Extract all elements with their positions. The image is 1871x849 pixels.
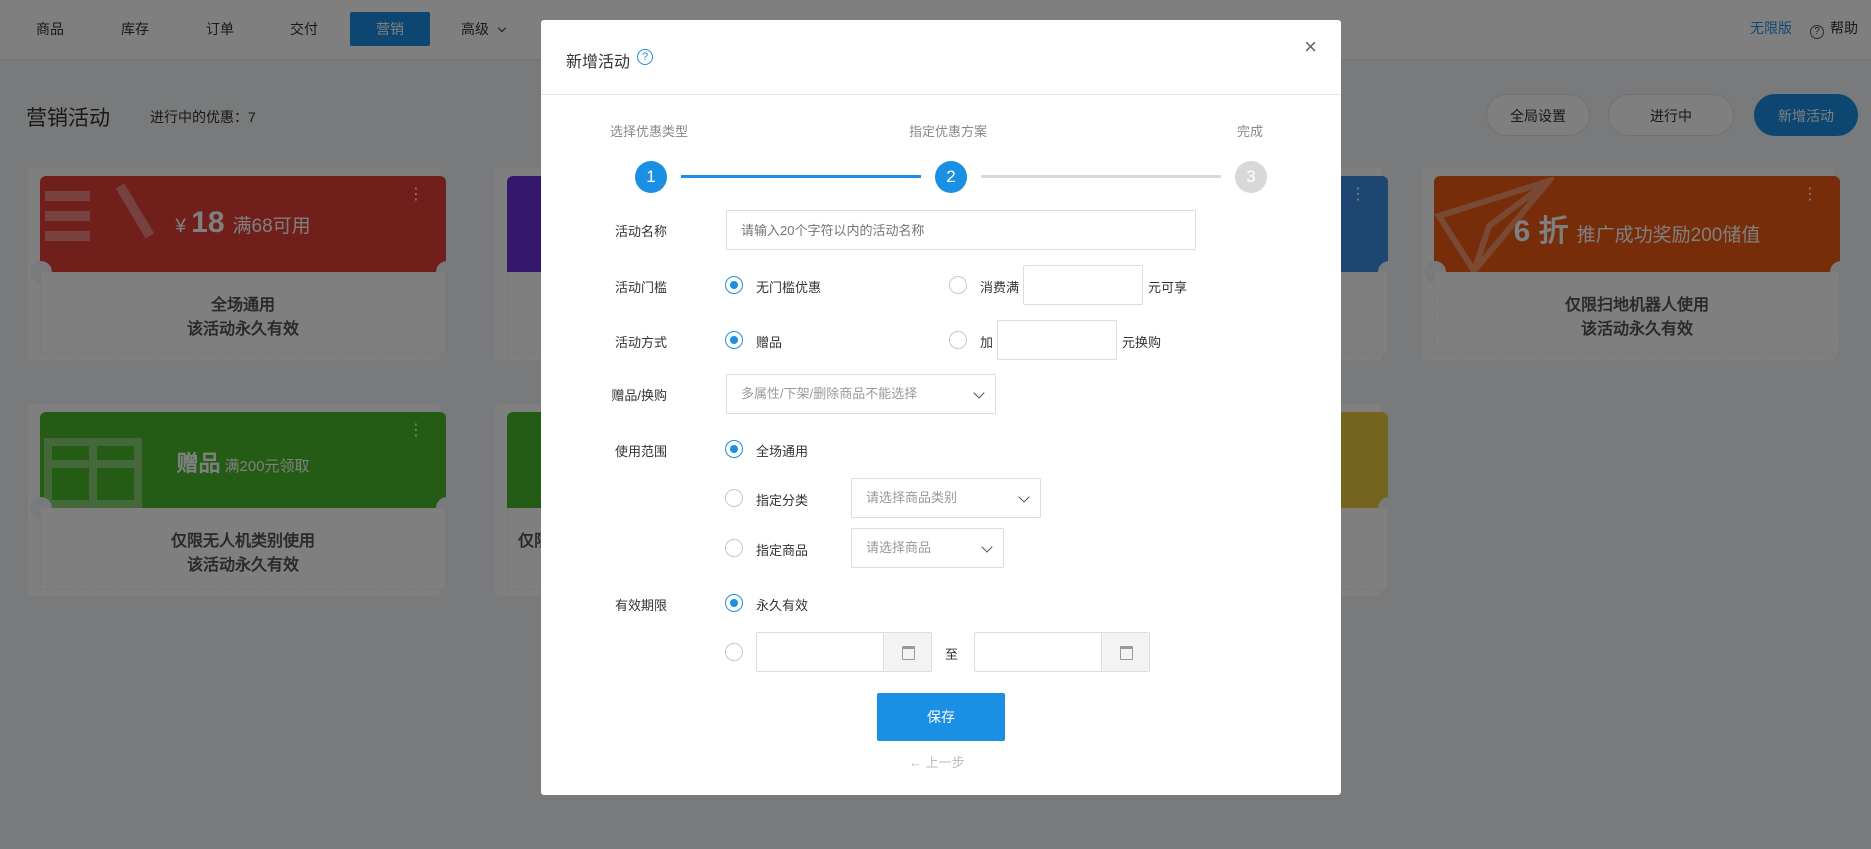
method-exchange-radio[interactable]: [949, 331, 967, 349]
threshold-amount-input[interactable]: [1023, 265, 1143, 305]
threshold-suffix: 元可享: [1148, 280, 1188, 295]
category-select[interactable]: 请选择商品类别: [851, 478, 1041, 518]
step-progress-line: [681, 175, 921, 178]
threshold-none-radio[interactable]: [725, 276, 743, 294]
threshold-label: 活动门槛: [614, 280, 667, 295]
method-suffix: 元换购: [1122, 335, 1162, 350]
scope-all-label: 全场通用: [756, 444, 809, 459]
validity-permanent-radio[interactable]: [725, 594, 743, 612]
validity-range-radio[interactable]: [725, 643, 743, 661]
method-gift-radio[interactable]: [725, 331, 743, 349]
threshold-none-label: 无门槛优惠: [756, 280, 822, 295]
gift-select[interactable]: 多属性/下架/删除商品不能选择: [726, 374, 996, 414]
help-icon[interactable]: ?: [637, 49, 653, 65]
chevron-down-icon: [1018, 491, 1030, 503]
add-activity-modal: 新增活动 ? × 选择优惠类型 指定优惠方案 完成 1 2 3 活动名称 活动门…: [541, 20, 1341, 795]
gift-select-placeholder: 多属性/下架/删除商品不能选择: [741, 386, 918, 401]
scope-category-radio[interactable]: [725, 489, 743, 507]
activity-name-input[interactable]: [726, 210, 1196, 250]
scope-category-label: 指定分类: [756, 493, 809, 508]
step-3-circle: 3: [1235, 161, 1267, 193]
gift-label: 赠品/换购: [611, 388, 667, 403]
exchange-amount-input[interactable]: [997, 320, 1117, 360]
method-gift-label: 赠品: [756, 335, 783, 350]
close-icon[interactable]: ×: [1304, 34, 1317, 60]
calendar-icon[interactable]: [883, 633, 931, 671]
goods-select-placeholder: 请选择商品: [866, 540, 932, 555]
step-3-label: 完成: [1237, 124, 1264, 139]
start-date-input[interactable]: [756, 632, 932, 672]
step-pending-line: [981, 175, 1221, 178]
threshold-min-label: 消费满: [980, 280, 1020, 295]
scope-goods-radio[interactable]: [725, 539, 743, 557]
prev-step-link[interactable]: ← 上一步: [909, 752, 965, 771]
method-label: 活动方式: [614, 335, 667, 350]
date-separator: 至: [945, 647, 959, 662]
validity-label: 有效期限: [614, 598, 667, 613]
scope-all-radio[interactable]: [725, 440, 743, 458]
step-1-label: 选择优惠类型: [610, 124, 689, 139]
save-button[interactable]: 保存: [877, 693, 1005, 741]
scope-label: 使用范围: [614, 444, 667, 459]
method-exchange-label: 加: [980, 335, 994, 350]
scope-goods-label: 指定商品: [756, 543, 809, 558]
threshold-min-radio[interactable]: [949, 276, 967, 294]
chevron-down-icon: [981, 541, 993, 553]
calendar-icon[interactable]: [1101, 633, 1149, 671]
category-select-placeholder: 请选择商品类别: [866, 490, 958, 505]
validity-permanent-label: 永久有效: [756, 598, 809, 613]
goods-select[interactable]: 请选择商品: [851, 528, 1004, 568]
end-date-input[interactable]: [974, 632, 1150, 672]
modal-header: 新增活动 ? ×: [541, 20, 1341, 95]
step-2-label: 指定优惠方案: [909, 124, 988, 139]
step-1-circle: 1: [635, 161, 667, 193]
modal-title: 新增活动: [566, 54, 631, 71]
chevron-down-icon: [973, 387, 985, 399]
name-label: 活动名称: [614, 224, 667, 239]
step-2-circle: 2: [935, 161, 967, 193]
